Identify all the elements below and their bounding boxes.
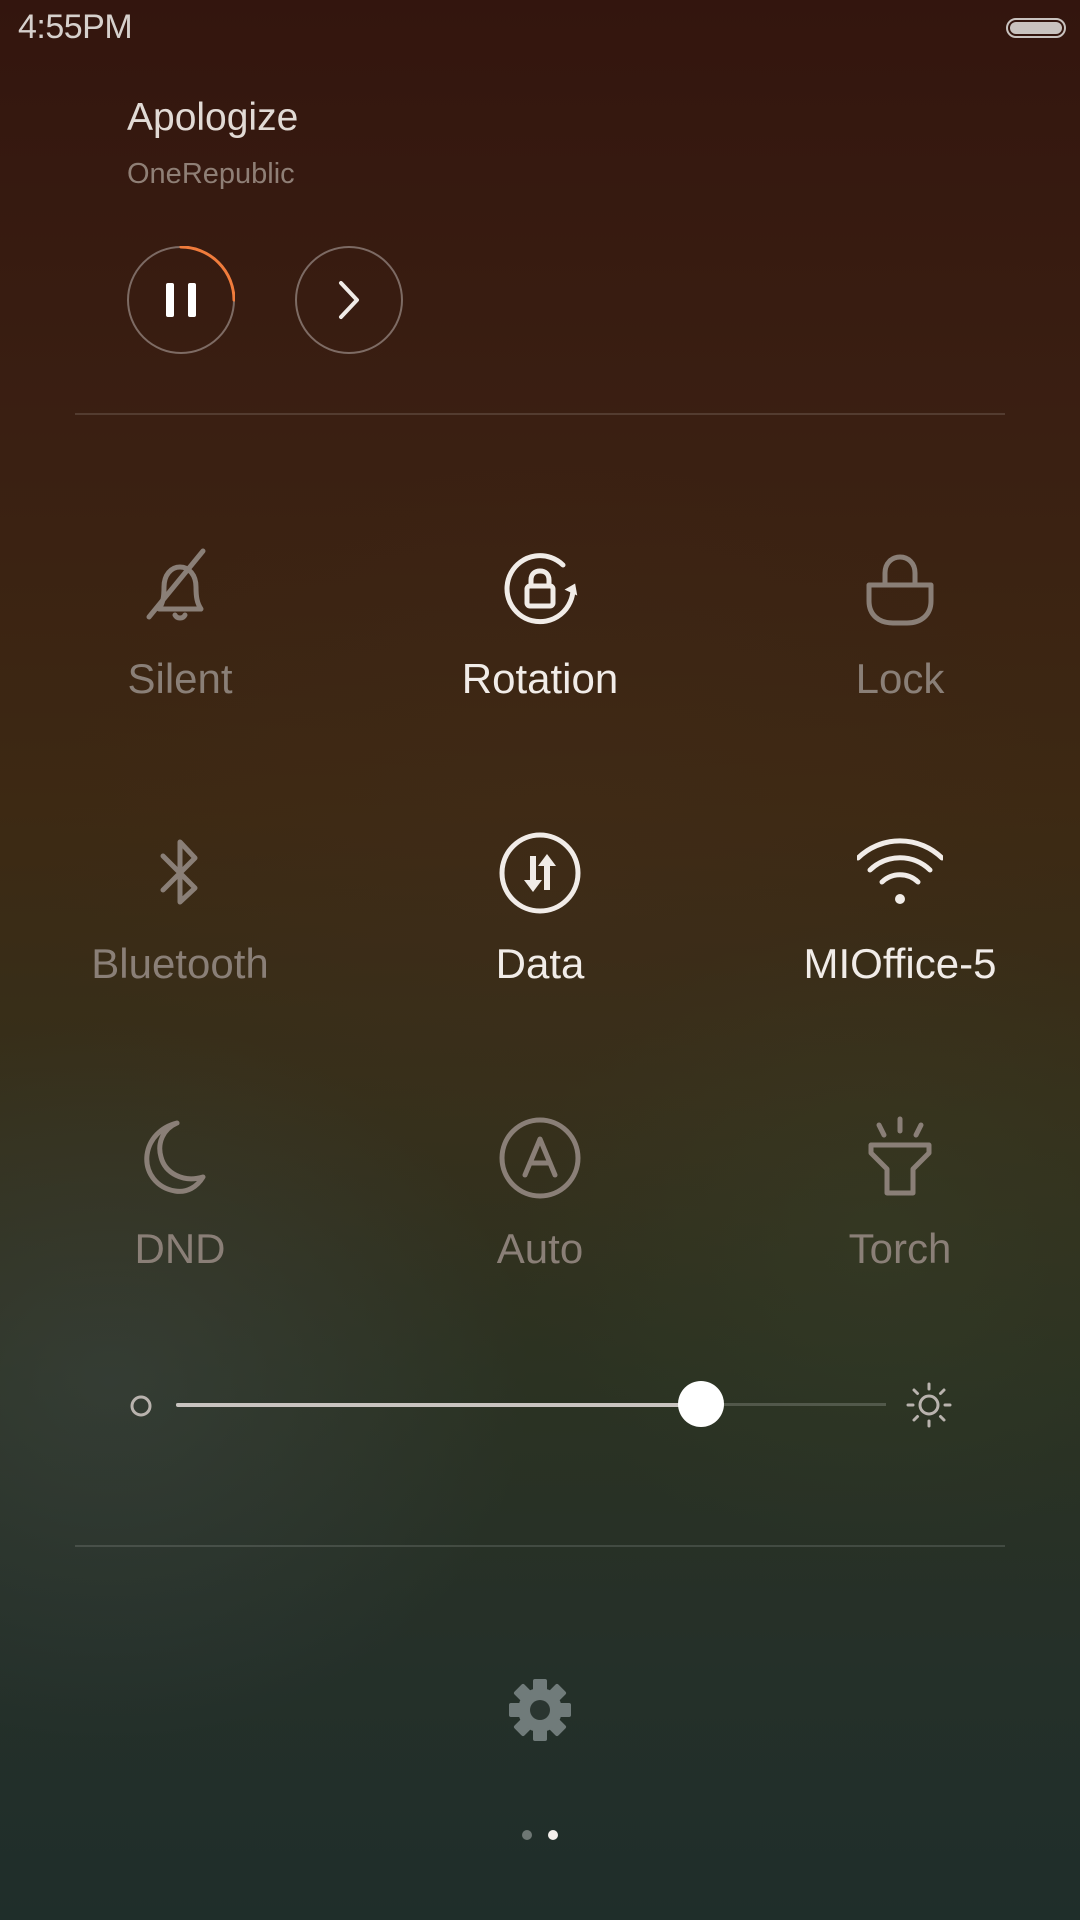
toggle-label: Lock — [855, 655, 945, 702]
slider-fill — [176, 1403, 702, 1407]
lock-icon — [866, 554, 934, 626]
toggle-wifi[interactable]: MIOffice-5 — [720, 830, 1080, 1060]
toggle-label: Bluetooth — [91, 940, 269, 987]
song-title: Apologize — [127, 96, 299, 139]
flashlight-icon — [868, 1116, 932, 1196]
toggle-bluetooth[interactable]: Bluetooth — [0, 830, 360, 1060]
toggle-label: Rotation — [461, 655, 619, 702]
toggle-label: MIOffice-5 — [803, 940, 997, 987]
divider — [75, 1545, 1005, 1547]
status-time: 4:55PM — [18, 8, 133, 46]
mobile-data-icon — [499, 832, 581, 914]
toggle-torch[interactable]: Torch — [720, 1115, 1080, 1345]
pause-button[interactable] — [127, 245, 236, 354]
slider-thumb[interactable] — [678, 1381, 725, 1427]
next-button[interactable] — [295, 246, 403, 354]
toggle-auto-brightness[interactable]: Auto — [360, 1115, 720, 1345]
toggle-data[interactable]: Data — [360, 830, 720, 1060]
battery-icon — [1006, 18, 1066, 38]
song-artist: OneRepublic — [127, 158, 295, 190]
auto-brightness-icon — [499, 1117, 581, 1199]
bell-off-icon — [146, 548, 206, 621]
page-dot[interactable] — [548, 1830, 558, 1840]
toggle-label: Auto — [496, 1225, 584, 1272]
brightness-high-icon — [906, 1382, 952, 1428]
pause-icon — [127, 245, 236, 354]
rotation-lock-icon — [504, 553, 578, 625]
toggle-rotation[interactable]: Rotation — [360, 545, 720, 775]
toggle-label: Silent — [127, 655, 233, 702]
toggle-label: Data — [495, 940, 585, 987]
moon-icon — [144, 1120, 206, 1194]
brightness-low-icon — [130, 1395, 152, 1417]
toggle-lock[interactable]: Lock — [720, 545, 1080, 775]
toggle-dnd[interactable]: DND — [0, 1115, 360, 1345]
page-indicator — [0, 1830, 1080, 1840]
bluetooth-icon — [160, 839, 198, 905]
divider — [75, 413, 1005, 415]
brightness-slider[interactable] — [176, 1381, 886, 1427]
settings-button[interactable] — [505, 1675, 575, 1745]
wifi-icon — [857, 838, 943, 904]
battery-level — [1010, 22, 1062, 34]
toggle-label: Torch — [848, 1225, 952, 1272]
toggle-label: DND — [134, 1225, 226, 1272]
chevron-right-icon — [295, 246, 403, 354]
toggle-silent[interactable]: Silent — [0, 545, 360, 775]
gear-icon — [509, 1679, 571, 1741]
page-dot[interactable] — [522, 1830, 532, 1840]
